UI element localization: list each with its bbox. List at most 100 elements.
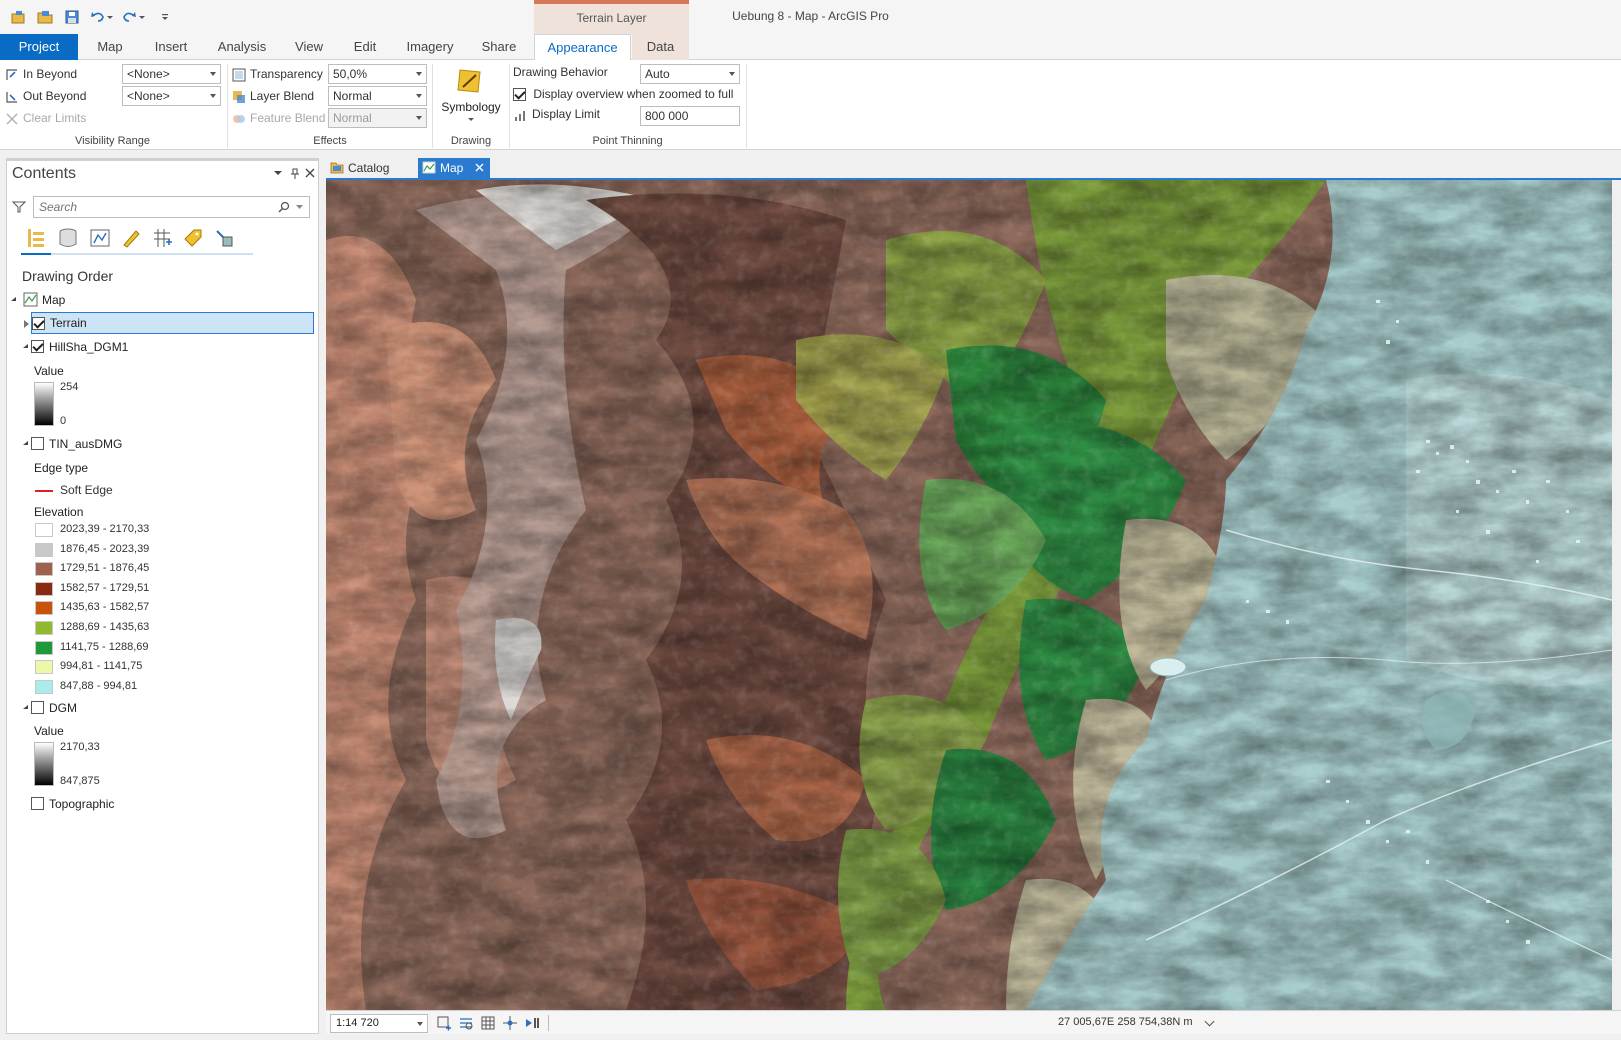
magnify-layers-icon[interactable] xyxy=(458,1015,474,1031)
display-overview-checkbox[interactable] xyxy=(513,88,526,102)
effects-group-label: Effects xyxy=(313,135,347,147)
grid-icon[interactable] xyxy=(480,1015,496,1031)
dgm-visibility-checkbox[interactable] xyxy=(31,701,44,714)
expand-arrow-icon[interactable] xyxy=(24,320,29,328)
elevation-class-swatch xyxy=(35,621,53,635)
elevation-class-label: 1288,69 - 1435,63 xyxy=(60,621,150,633)
chevron-down-icon xyxy=(210,72,216,76)
tab-edit[interactable]: Edit xyxy=(344,34,386,60)
open-project-icon[interactable] xyxy=(37,9,53,25)
transparency-dropdown[interactable]: 50,0% xyxy=(328,64,427,84)
tab-view[interactable]: View xyxy=(287,34,331,60)
tree-item-hillshade[interactable]: HillSha_DGM1 xyxy=(23,336,303,358)
out-beyond-dropdown[interactable]: <None> xyxy=(122,86,221,106)
display-overview-option[interactable]: Display overview when zoomed to full xyxy=(513,84,733,104)
redo-icon[interactable] xyxy=(121,9,137,25)
transparency-button[interactable]: Transparency xyxy=(231,64,323,84)
customize-toolbar-icon[interactable] xyxy=(160,9,170,25)
ribbon: In Beyond <None> Out Beyond <None> Clear… xyxy=(0,60,1621,150)
list-by-drawing-order-icon[interactable] xyxy=(25,227,47,249)
feature-blend-dropdown[interactable]: Normal xyxy=(328,108,427,128)
hillshade-min-value: 0 xyxy=(60,415,67,427)
expand-arrow-icon[interactable] xyxy=(23,344,28,348)
scale-value: 1:14 720 xyxy=(336,1017,379,1029)
search-input[interactable] xyxy=(39,197,269,217)
title-bar: Terrain Layer Uebung 8 - Map - ArcGIS Pr… xyxy=(0,0,1621,34)
close-icon[interactable] xyxy=(475,163,484,172)
pin-icon[interactable] xyxy=(290,168,300,180)
elevation-class-swatch xyxy=(35,581,53,596)
filter-icon[interactable] xyxy=(12,200,26,214)
save-project-icon[interactable] xyxy=(64,9,80,25)
elevation-class-label: 994,81 - 1141,75 xyxy=(60,660,143,673)
tab-appearance[interactable]: Appearance xyxy=(534,34,631,61)
in-beyond-button[interactable]: In Beyond xyxy=(4,64,77,84)
feature-blend-button[interactable]: Feature Blend xyxy=(231,108,325,128)
undo-icon[interactable] xyxy=(90,9,106,25)
tree-item-dgm[interactable]: DGM xyxy=(23,697,303,719)
tab-analysis[interactable]: Analysis xyxy=(212,34,272,60)
tab-project[interactable]: Project xyxy=(0,34,78,60)
tree-item-topographic[interactable]: Topographic xyxy=(31,793,301,815)
contents-title: Contents xyxy=(12,165,77,182)
chevron-down-icon[interactable] xyxy=(1204,1016,1215,1027)
redo-dropdown-icon[interactable] xyxy=(138,9,146,25)
hillshade-visibility-checkbox[interactable] xyxy=(31,340,44,353)
tree-item-tin[interactable]: TIN_ausDMG xyxy=(23,433,303,455)
expand-arrow-icon[interactable] xyxy=(23,705,28,709)
list-by-editing-icon[interactable] xyxy=(120,227,142,249)
out-beyond-label: Out Beyond xyxy=(23,89,87,103)
hillshade-legend-title: Value xyxy=(34,364,64,378)
layer-blend-button[interactable]: Layer Blend xyxy=(231,86,314,106)
pane-options-icon[interactable] xyxy=(273,168,283,178)
tab-imagery[interactable]: Imagery xyxy=(398,34,462,60)
tab-map-view[interactable]: Map xyxy=(418,158,490,178)
map-status-bar: 1:14 720 27 005,67E 258 754,38N m xyxy=(326,1010,1621,1034)
pause-drawing-icon[interactable] xyxy=(524,1015,540,1031)
search-icon[interactable] xyxy=(278,201,290,213)
close-icon[interactable] xyxy=(305,168,315,178)
drawing-behavior-dropdown[interactable]: Auto xyxy=(640,64,740,84)
coordinate-readout: 27 005,67E 258 754,38N m xyxy=(1058,1016,1193,1028)
list-by-snapping-icon[interactable] xyxy=(151,227,173,249)
drawing-order-heading: Drawing Order xyxy=(22,268,114,284)
map-view[interactable] xyxy=(326,180,1612,1010)
terrain-visibility-checkbox[interactable] xyxy=(32,317,45,330)
new-project-icon[interactable] xyxy=(10,9,26,25)
chevron-down-icon xyxy=(417,1022,423,1026)
scale-dropdown[interactable]: 1:14 720 xyxy=(330,1014,428,1033)
tab-data[interactable]: Data xyxy=(632,34,689,60)
topographic-layer-name: Topographic xyxy=(49,797,115,811)
tree-item-map[interactable]: Map xyxy=(11,289,301,311)
topographic-visibility-checkbox[interactable] xyxy=(31,797,44,810)
elevation-class-swatch xyxy=(35,640,53,655)
tab-share[interactable]: Share xyxy=(474,34,524,60)
display-limit-icon xyxy=(515,110,525,121)
list-by-data-source-icon[interactable] xyxy=(57,227,79,249)
undo-dropdown-icon[interactable] xyxy=(106,9,114,25)
elevation-class-swatch xyxy=(35,542,53,557)
tree-item-terrain[interactable]: Terrain xyxy=(24,312,314,334)
tab-map[interactable]: Map xyxy=(86,34,134,60)
tab-catalog-view[interactable]: Catalog xyxy=(326,158,408,178)
display-limit-input[interactable]: 800 000 xyxy=(640,106,740,126)
fixed-zoom-icon[interactable] xyxy=(436,1015,452,1031)
symbology-button[interactable]: Symbology xyxy=(436,64,506,132)
tin-visibility-checkbox[interactable] xyxy=(31,437,44,450)
catalog-tab-label: Catalog xyxy=(348,161,390,175)
tab-insert[interactable]: Insert xyxy=(145,34,197,60)
list-by-selection-icon[interactable] xyxy=(89,227,111,249)
layer-blend-dropdown[interactable]: Normal xyxy=(328,86,427,106)
transparency-icon xyxy=(232,68,246,82)
snapping-icon[interactable] xyxy=(502,1015,518,1031)
list-by-labeling-icon[interactable] xyxy=(182,227,204,249)
clear-limits-button[interactable]: Clear Limits xyxy=(4,108,86,128)
expand-arrow-icon[interactable] xyxy=(23,441,28,445)
hillshade-layer-name: HillSha_DGM1 xyxy=(49,340,129,354)
list-by-perspective-imagery-icon[interactable] xyxy=(213,227,235,249)
chevron-down-icon[interactable] xyxy=(296,205,303,210)
in-beyond-dropdown[interactable]: <None> xyxy=(122,64,221,84)
out-beyond-button[interactable]: Out Beyond xyxy=(4,86,86,106)
arcgis-pro-window: Terrain Layer Uebung 8 - Map - ArcGIS Pr… xyxy=(0,0,1621,1040)
expand-arrow-icon[interactable] xyxy=(11,297,16,301)
